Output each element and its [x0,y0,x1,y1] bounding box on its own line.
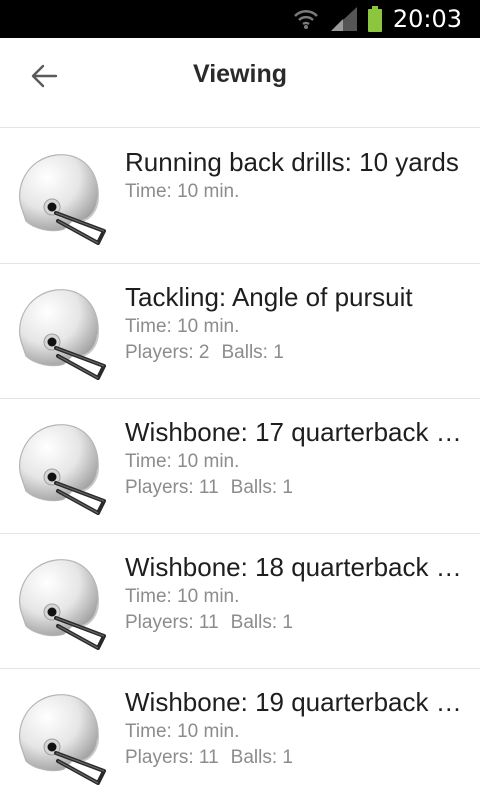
drill-list: Running back drills: 10 yards Time: 10 m… [0,129,480,800]
drill-balls: Balls: 1 [230,747,293,768]
drill-counts: Players: 11 Balls: 1 [125,475,465,500]
football-helmet-icon [12,419,108,515]
app-header: Viewing [0,38,480,128]
drill-title: Tackling: Angle of pursuit [125,282,413,312]
drill-players: Players: 11 [125,612,219,633]
status-icons: 20:03 [293,0,462,38]
drill-time: Time: 10 min. [125,181,240,202]
drill-counts: Players: 11 Balls: 1 [125,745,465,770]
drill-title: Wishbone: 17 quarterback option [125,417,465,447]
page-title: Viewing [192,60,287,88]
drill-counts: Players: 2 Balls: 1 [125,340,465,365]
football-helmet-icon [12,689,108,785]
drill-players: Players: 11 [125,477,219,498]
wifi-icon [293,9,318,29]
signal-icon [330,7,357,31]
drill-title: Wishbone: 19 quarterback option [125,687,465,717]
drill-balls: Balls: 1 [230,612,293,633]
drill-balls: Balls: 1 [230,477,293,498]
football-helmet-icon [12,284,108,380]
list-item[interactable]: Wishbone: 18 quarterback option Time: 10… [0,534,480,669]
drill-players: Players: 2 [125,342,210,363]
football-helmet-icon [12,554,108,650]
status-clock: 20:03 [392,5,462,33]
drill-players: Players: 11 [125,747,219,768]
status-bar: 20:03 [0,0,480,38]
football-helmet-icon [12,149,108,245]
drill-time: Time: 10 min. [125,316,240,337]
drill-title: Running back drills: 10 yards [125,147,459,177]
battery-icon [367,6,382,32]
drill-title: Wishbone: 18 quarterback option [125,552,465,582]
drill-counts: Players: 11 Balls: 1 [125,610,465,635]
drill-balls: Balls: 1 [221,342,284,363]
list-item[interactable]: Tackling: Angle of pursuit Time: 10 min.… [0,264,480,399]
drill-time: Time: 10 min. [125,721,240,742]
list-item[interactable]: Wishbone: 19 quarterback option Time: 10… [0,669,480,800]
list-item[interactable]: Running back drills: 10 yards Time: 10 m… [0,129,480,264]
drill-time: Time: 10 min. [125,586,240,607]
list-item[interactable]: Wishbone: 17 quarterback option Time: 10… [0,399,480,534]
drill-time: Time: 10 min. [125,451,240,472]
